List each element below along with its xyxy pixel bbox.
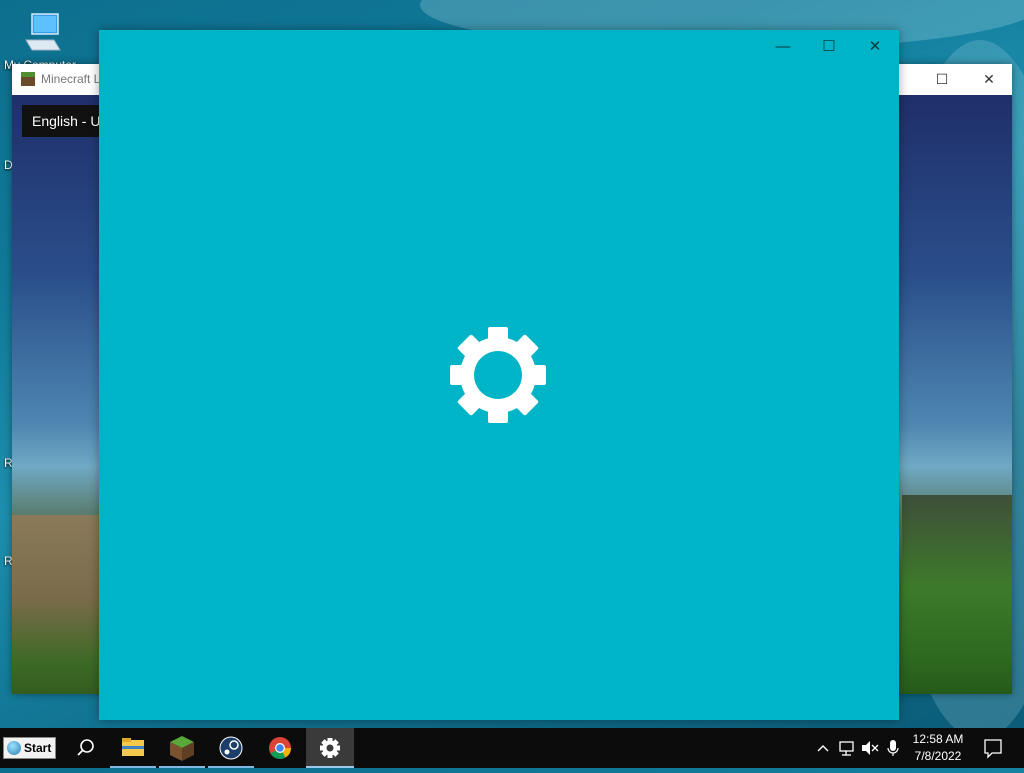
minimize-button[interactable]: — [763, 36, 803, 58]
computer-icon [25, 13, 61, 51]
start-orb-icon [7, 741, 21, 755]
taskbar-steam[interactable] [208, 728, 254, 768]
start-label: Start [24, 741, 52, 755]
taskbar: Start 12:58 AM 7/8/2022 [0, 728, 1024, 768]
settings-window[interactable]: — ☐ ✕ [99, 30, 899, 720]
taskbar-settings[interactable] [306, 728, 354, 768]
notification-icon[interactable] [978, 728, 1008, 768]
steam-icon [219, 736, 243, 760]
gear-icon [320, 738, 340, 758]
start-button[interactable]: Start [3, 737, 56, 759]
search-icon [77, 739, 94, 756]
minecraft-icon [21, 72, 35, 86]
terrain-image [12, 515, 102, 694]
minecraft-icon [170, 736, 194, 761]
folder-icon [122, 738, 144, 756]
clock-date: 7/8/2022 [914, 749, 962, 763]
network-icon[interactable] [836, 728, 858, 768]
desktop-icon-my-computer[interactable]: My Computer [4, 8, 84, 72]
taskbar-clock[interactable]: 12:58 AM 7/8/2022 [906, 731, 970, 765]
window-title: Minecraft L [41, 72, 101, 86]
gear-icon [450, 327, 546, 423]
close-button[interactable]: ✕ [855, 36, 895, 58]
maximize-button[interactable]: ☐ [809, 36, 849, 58]
clock-time: 12:58 AM [912, 732, 964, 746]
taskbar-file-explorer[interactable] [110, 728, 156, 768]
maximize-button[interactable]: ☐ [928, 70, 956, 88]
volume-muted-icon[interactable] [859, 728, 881, 768]
tray-chevron-up-icon[interactable] [812, 728, 834, 768]
microphone-icon[interactable] [883, 728, 903, 768]
close-button[interactable]: ✕ [975, 70, 1003, 88]
terrain-image [902, 495, 1012, 694]
taskbar-search-button[interactable] [62, 728, 108, 768]
taskbar-chrome[interactable] [257, 728, 303, 768]
chrome-icon [269, 737, 291, 759]
taskbar-minecraft[interactable] [159, 728, 205, 768]
